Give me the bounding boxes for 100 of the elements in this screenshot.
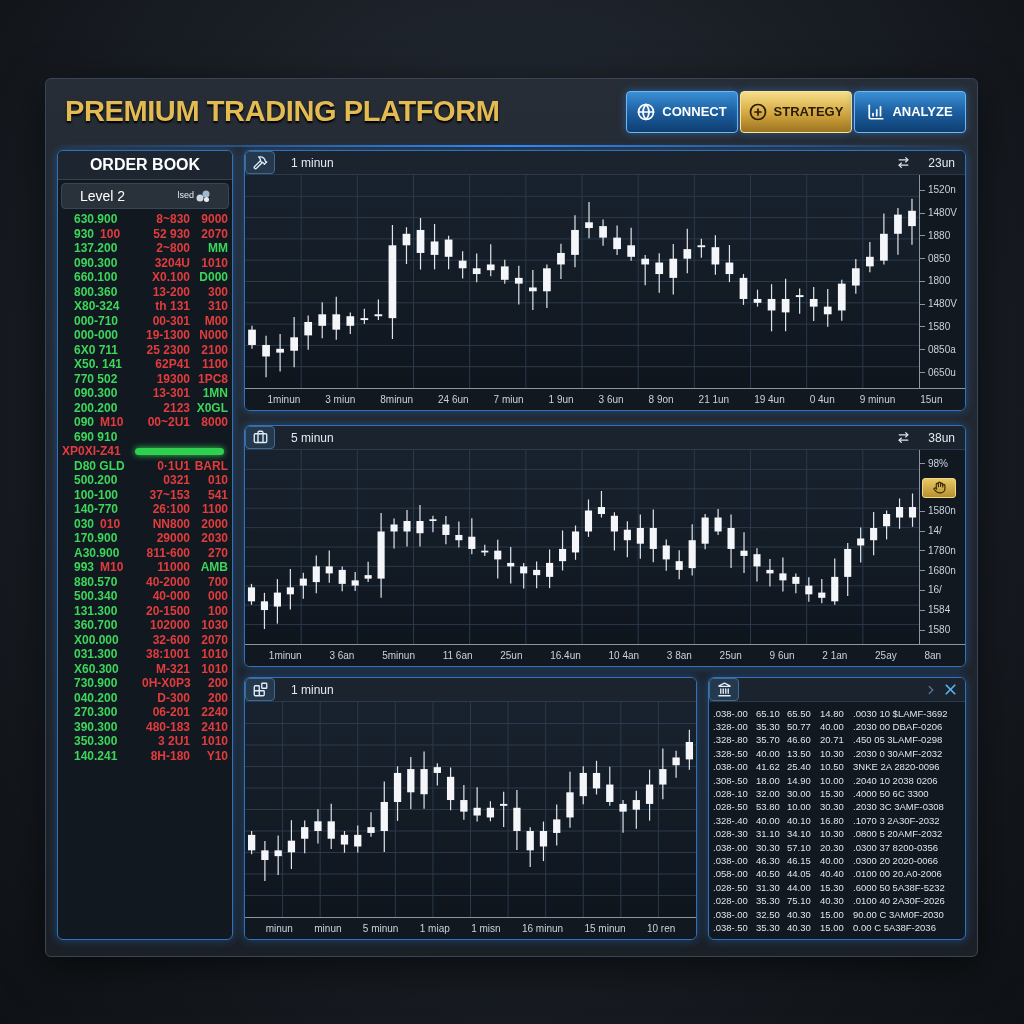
order-cell: A30.900 [74, 545, 120, 560]
order-cell-text: 1010 [200, 255, 228, 270]
order-cell: 800.360 [74, 284, 118, 299]
table-cell-text: 40.40 [820, 868, 845, 881]
table-cell-text: 40.00 [756, 814, 781, 827]
candlestick [420, 750, 428, 810]
candlestick [636, 513, 644, 560]
table-cell-text: 25.40 [787, 761, 812, 774]
order-cell-text: BARL [193, 458, 228, 473]
candlestick [346, 311, 355, 335]
candlestick [740, 531, 748, 574]
order-cell: 630.900 [74, 212, 118, 227]
order-cell: 730.900 [74, 676, 118, 691]
hand-tool-button[interactable] [922, 477, 956, 498]
table-cell-text: 30.30 [756, 841, 781, 854]
candlestick [340, 830, 349, 854]
order-cell: X00.000 [74, 632, 119, 647]
candlestick [486, 800, 495, 822]
order-cell-text: NN800 [151, 516, 190, 531]
table-tool-button[interactable] [709, 678, 739, 701]
close-button[interactable] [942, 681, 959, 698]
candlestick [592, 760, 601, 796]
order-cell: 090.300 [74, 386, 118, 401]
table-cell-text: 90.00 C 3AM0F-2030 [853, 908, 945, 921]
axis-label: 1minun [268, 649, 302, 663]
level-note: lsed [177, 189, 194, 203]
candlestick [725, 244, 734, 283]
globe-icon [637, 103, 656, 121]
table-cell-text: 44.05 [787, 868, 812, 881]
table-cell-text: .2030 00 DBAF-0206 [853, 721, 944, 734]
candlestick [543, 263, 551, 309]
axis-label: 8minun [380, 393, 414, 407]
candlestick [248, 830, 256, 855]
axis-label: 98% [928, 457, 948, 470]
candlestick [908, 198, 916, 246]
candlestick [393, 765, 402, 822]
toolbar-button[interactable]: STRATEGY [740, 91, 852, 133]
axis-label: 3 6un [598, 393, 624, 407]
order-cell-text: 102000 [148, 618, 190, 633]
order-cell: 170.900 [74, 531, 118, 546]
arrows-icon[interactable] [897, 431, 911, 444]
candlestick [714, 508, 722, 536]
table-cell-text: 32.00 [756, 788, 781, 801]
axis-label: 2 1an [822, 649, 848, 663]
axis-label: 1780n [928, 544, 956, 557]
order-cell: 993 [74, 560, 95, 575]
order-cell: 090 [74, 415, 95, 430]
order-book-title: ORDER BOOK [58, 151, 232, 180]
table-cell-text: 40.30 [787, 908, 812, 921]
candlestick [520, 562, 528, 590]
order-cell-text: D-300 [156, 690, 190, 705]
axis-label: 3 6an [329, 649, 355, 663]
order-cell: 030 [74, 516, 95, 531]
candlestick [546, 548, 554, 589]
candlestick [851, 258, 860, 295]
candlestick [553, 803, 561, 846]
arrows-icon[interactable] [897, 156, 911, 169]
toolbar-button[interactable]: ANALYZE [854, 91, 966, 133]
table-cell-text: .058-.00 [713, 868, 749, 881]
candlestick [407, 756, 415, 810]
candlestick [685, 729, 693, 771]
order-cell-text: 20-1500 [144, 603, 190, 618]
table-cell-text: 65.10 [756, 707, 781, 720]
interval-label: 23un [928, 154, 955, 172]
order-cell-text: 1100 [200, 357, 228, 372]
axis-label: 3 8an [666, 649, 692, 663]
chart-tool-button[interactable] [245, 678, 275, 701]
chart-tool-button[interactable] [245, 426, 275, 449]
table-cell-text: .328-.80 [713, 734, 749, 747]
candlestick [805, 576, 813, 603]
order-cell-text: 62P41 [154, 357, 190, 372]
order-cell-text: X0.100 [150, 270, 190, 285]
order-cell-text: 19-1300 [144, 328, 190, 343]
candlestick [672, 750, 680, 779]
candlestick [675, 549, 683, 580]
candlestick [446, 766, 455, 811]
order-cell-text: 19300 [155, 371, 190, 386]
table-cell-text: .328-.00 [713, 721, 749, 734]
candlestick [908, 492, 917, 528]
candlestick [472, 252, 481, 283]
candlestick [606, 766, 614, 807]
order-cell-text: M00 [203, 313, 228, 328]
toolbar-button[interactable]: CONNECT [626, 91, 738, 133]
order-cell-text: Y10 [205, 748, 228, 763]
chart-tool-button[interactable] [245, 151, 275, 174]
order-cell: M10 [100, 415, 124, 430]
order-cell-text: 200 [206, 676, 228, 691]
order-cell-text: 000 [206, 589, 228, 604]
candlestick [507, 546, 515, 585]
candlestick [837, 279, 846, 322]
order-cell-text: 40-000 [151, 589, 190, 604]
table-cell-text: .038-.00 [713, 908, 749, 921]
order-cell-text: 2123 [162, 400, 190, 415]
order-cell-text: 8000 [200, 415, 228, 430]
axis-label: minun [314, 922, 342, 936]
candlestick [831, 557, 839, 606]
table-cell-text: 18.00 [756, 774, 781, 787]
candlestick [468, 517, 476, 555]
candlestick [613, 224, 621, 256]
candlestick [766, 558, 774, 588]
